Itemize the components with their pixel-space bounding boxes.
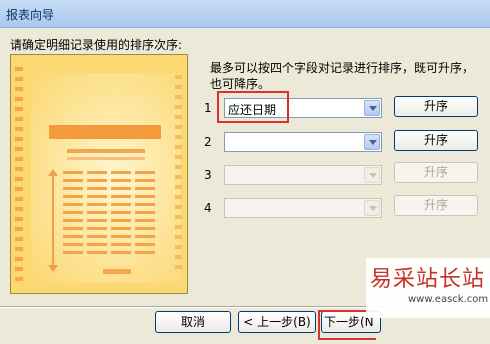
report-illustration <box>10 54 188 294</box>
chevron-down-icon[interactable] <box>364 167 380 183</box>
description-text: 最多可以按四个字段对记录进行排序，既可升序，也可降序。 <box>210 61 475 91</box>
field-highlight-box <box>217 91 289 123</box>
cancel-button[interactable]: 取消 <box>155 311 231 333</box>
instruction-label: 请确定明细记录使用的排序次序: <box>10 38 183 52</box>
chevron-down-icon[interactable] <box>364 200 380 216</box>
chevron-down-icon[interactable] <box>364 134 380 150</box>
back-button[interactable]: < 上一步(B) <box>238 311 316 333</box>
sort-index-2: 2 <box>204 135 212 149</box>
sort-field-4-combo[interactable] <box>224 198 382 218</box>
chevron-down-icon[interactable] <box>364 100 380 116</box>
window-title: 报表向导 <box>6 8 55 22</box>
sort-index-1: 1 <box>204 101 212 115</box>
sort-order-3-button[interactable]: 升序 <box>394 162 478 183</box>
title-bar: 报表向导 <box>0 0 490 28</box>
sort-index-4: 4 <box>204 201 212 215</box>
sort-field-3-combo[interactable] <box>224 165 382 185</box>
sort-index-3: 3 <box>204 168 212 182</box>
sort-order-2-button[interactable]: 升序 <box>394 130 478 151</box>
sort-order-4-button[interactable]: 升序 <box>394 195 478 216</box>
sort-field-2-combo[interactable] <box>224 132 382 152</box>
sort-order-1-button[interactable]: 升序 <box>394 96 478 117</box>
watermark-logo: 易采站长站 <box>370 267 486 292</box>
watermark-url: www.easck.com <box>408 294 489 305</box>
